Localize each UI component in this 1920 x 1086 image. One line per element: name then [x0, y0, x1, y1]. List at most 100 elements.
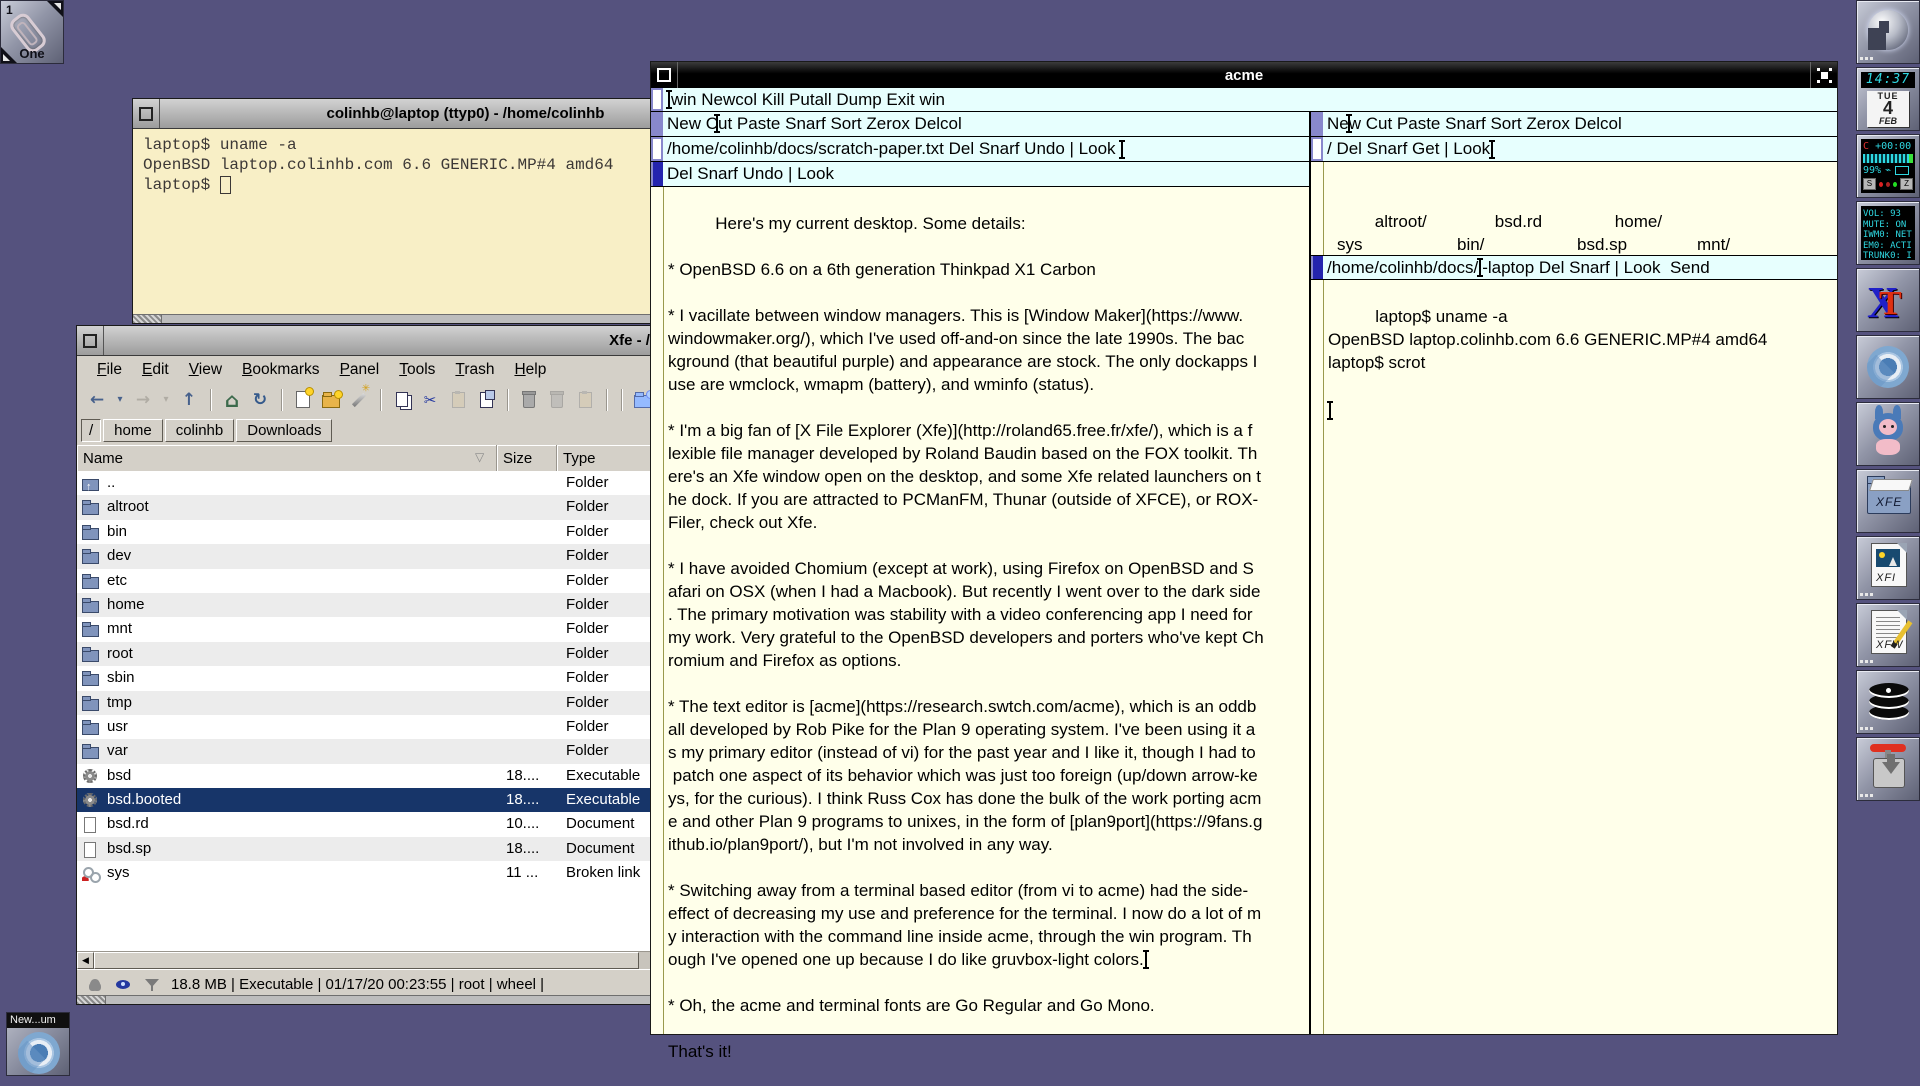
path-button[interactable]: / — [81, 419, 101, 442]
dock-tile-bunny-app[interactable] — [1856, 402, 1920, 466]
dir-entry[interactable]: bin/ — [1457, 233, 1577, 256]
acme-scroll-box[interactable] — [1311, 256, 1323, 279]
ac-plug-icon: ⌁ — [1885, 165, 1891, 176]
filter-icon[interactable] — [143, 976, 161, 992]
new-folder-button[interactable] — [319, 388, 343, 412]
home-button[interactable]: ⌂ — [220, 388, 244, 412]
file-type-icon — [82, 597, 100, 613]
column-header-name[interactable]: Name ▽ — [77, 445, 497, 471]
status-led — [1879, 182, 1883, 187]
dir-entry[interactable]: home/ — [1615, 210, 1735, 233]
text-cursor — [1329, 403, 1331, 418]
menu-item[interactable]: Panel — [330, 359, 390, 381]
acme-column-box[interactable] — [1311, 112, 1323, 136]
file-type-icon — [82, 865, 100, 881]
file-type-icon — [82, 768, 100, 784]
trash-button[interactable] — [517, 388, 541, 412]
acme-column-tag[interactable]: New Cut Paste Snarf Sort Zerox Delcol — [1311, 112, 1837, 137]
path-button[interactable]: home — [103, 419, 163, 442]
acme-win-body[interactable]: laptop$ uname -a OpenBSD laptop.colinhb.… — [1311, 280, 1837, 1034]
clock-time: 14:37 — [1861, 72, 1915, 88]
forward-button[interactable]: → — [131, 388, 155, 412]
properties-button[interactable] — [474, 388, 498, 412]
dock-tile-wmaker[interactable] — [1856, 0, 1920, 64]
workspace-clip[interactable]: 1 One — [0, 0, 64, 64]
miniaturize-button[interactable] — [651, 62, 678, 88]
minimized-chromium-window[interactable]: New...um — [6, 1012, 70, 1076]
dir-entry[interactable]: altroot/ — [1375, 210, 1495, 233]
acme-scrollbar[interactable] — [651, 187, 664, 1034]
trash-icon — [523, 393, 535, 408]
acme-column-tag[interactable]: New Cut Paste Snarf Sort Zerox Delcol — [651, 112, 1309, 137]
scroll-left-button[interactable]: ◀ — [77, 952, 94, 969]
acme-column-box[interactable] — [651, 112, 663, 136]
chromium-icon — [1867, 346, 1909, 388]
up-button[interactable]: ↑ — [177, 388, 201, 412]
dock-tile-xfi[interactable]: XFI — [1856, 536, 1920, 600]
dir-entry[interactable]: bsd.sp — [1577, 233, 1697, 256]
dock-tile-xterm[interactable]: X T — [1856, 268, 1920, 332]
acme-text-body[interactable]: Here's my current desktop. Some details:… — [651, 187, 1309, 1034]
menu-item[interactable]: Trash — [445, 359, 504, 381]
acme-titlebar[interactable]: acme — [651, 62, 1837, 88]
acme-layout-box[interactable] — [651, 88, 663, 111]
dock-tile-wmclock[interactable]: 14:37 TUE 4 FEB — [1856, 67, 1920, 131]
miniaturize-button[interactable] — [77, 326, 104, 355]
clip-next-workspace-button[interactable] — [47, 1, 63, 17]
acme-scroll-box[interactable] — [1311, 137, 1323, 161]
menu-item[interactable]: View — [179, 359, 232, 381]
paste-button[interactable] — [446, 388, 470, 412]
acme-window-tag-win[interactable]: /home/colinhb/docs/-laptop Del Snarf | L… — [1311, 255, 1837, 280]
acme-window-tag-untitled[interactable]: Del Snarf Undo | Look — [651, 162, 1309, 187]
new-file-button[interactable] — [291, 388, 315, 412]
acme-scroll-box[interactable] — [651, 137, 663, 161]
workspace-number: 1 — [6, 3, 13, 17]
acme-window-tag-root-dir[interactable]: / Del Snarf Get | Look — [1311, 137, 1837, 162]
file-type-icon — [82, 524, 100, 540]
dir-entry[interactable]: bsd.rd — [1495, 210, 1615, 233]
dock-tile-detonator-app[interactable] — [1856, 737, 1920, 801]
close-button[interactable] — [1810, 62, 1837, 88]
menu-item[interactable]: Tools — [389, 359, 445, 381]
menu-item[interactable]: Bookmarks — [232, 359, 330, 381]
dock-tile-xfw[interactable]: XFW — [1856, 603, 1920, 667]
path-button[interactable]: colinhb — [165, 419, 235, 442]
file-type-icon — [82, 548, 100, 564]
new-link-button[interactable] — [347, 388, 371, 412]
show-hidden-files-icon[interactable] — [87, 976, 105, 992]
standby-button[interactable]: Z — [1900, 178, 1913, 190]
menu-item[interactable]: Edit — [132, 359, 179, 381]
dir-entry[interactable]: sys — [1337, 233, 1457, 256]
dock-tile-wmapm[interactable]: C +00:00 99%⌁ S Z — [1856, 134, 1920, 198]
back-history-caret[interactable]: ▾ — [113, 388, 127, 412]
acme-left-column: New Cut Paste Snarf Sort Zerox Delcol /h… — [651, 112, 1311, 1034]
dock-tile-discs-app[interactable] — [1856, 670, 1920, 734]
refresh-button[interactable]: ↻ — [248, 388, 272, 412]
dock-tile-wminfo[interactable]: VOL: 93MUTE: ONIWM0: NETEM0: ACTITRUNK0:… — [1856, 201, 1920, 265]
acme-window-tag-scratch-paper[interactable]: /home/colinhb/docs/scratch-paper.txt Del… — [651, 137, 1309, 162]
scrollbar-thumb[interactable] — [94, 952, 639, 969]
acme-scrollbar[interactable] — [1311, 280, 1324, 1034]
dock-tile-chromium[interactable] — [1856, 335, 1920, 399]
trash-empty-button[interactable] — [573, 388, 597, 412]
acme-scroll-box[interactable] — [651, 162, 663, 186]
acme-main-tag[interactable]: win Newcol Kill Putall Dump Exit win — [651, 88, 1837, 112]
dir-entry[interactable]: mnt/ — [1697, 233, 1817, 256]
charge-indicator: C — [1863, 141, 1869, 152]
cut-button[interactable]: ✂ — [418, 388, 442, 412]
acme-right-column: New Cut Paste Snarf Sort Zerox Delcol / … — [1311, 112, 1837, 1034]
show-thumbnails-icon[interactable] — [115, 976, 133, 992]
column-header-size[interactable]: Size — [497, 445, 557, 471]
suspend-button[interactable]: S — [1863, 178, 1876, 190]
back-button[interactable]: ← — [85, 388, 109, 412]
acme-dir-body[interactable]: altroot/bsd.rdhome/sysbin/bsd.spmnt/tmp/… — [1311, 162, 1837, 255]
forward-history-caret[interactable]: ▾ — [159, 388, 173, 412]
menu-item[interactable]: Help — [504, 359, 556, 381]
disc-stack-icon — [1869, 683, 1909, 723]
menu-item[interactable]: File — [87, 359, 132, 381]
dock-tile-xfe[interactable]: XFE — [1856, 469, 1920, 533]
trash-restore-button[interactable] — [545, 388, 569, 412]
miniaturize-button[interactable] — [133, 99, 160, 128]
path-button[interactable]: Downloads — [236, 419, 332, 442]
copy-button[interactable] — [390, 388, 414, 412]
